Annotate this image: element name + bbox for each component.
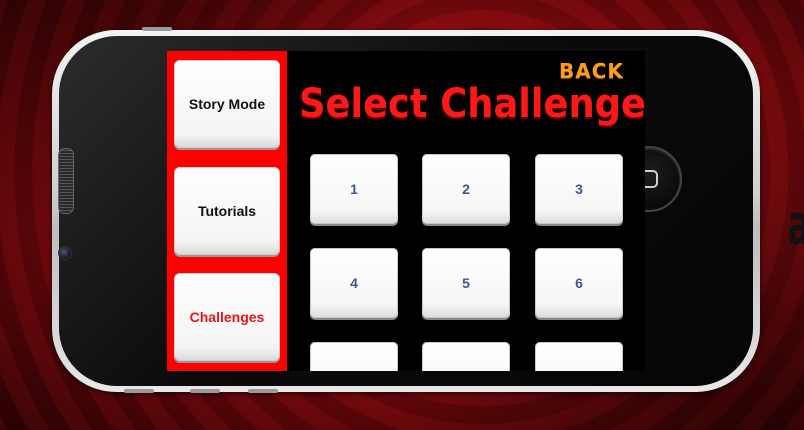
challenge-7-button[interactable] xyxy=(310,342,398,371)
volume-button xyxy=(142,27,172,31)
side-button-bottom-3 xyxy=(248,389,278,393)
challenge-1-button[interactable]: 1 xyxy=(310,154,398,224)
challenge-5-button[interactable]: 5 xyxy=(422,248,510,318)
challenges-button[interactable]: Challenges xyxy=(174,273,280,361)
side-button-bottom-2 xyxy=(190,389,220,393)
challenge-9-button[interactable] xyxy=(535,342,623,371)
challenge-8-button[interactable] xyxy=(422,342,510,371)
front-camera-icon xyxy=(58,246,72,260)
background-letter-decoration: a xyxy=(788,198,804,254)
tutorials-button[interactable]: Tutorials xyxy=(174,167,280,255)
back-button[interactable]: BACK xyxy=(559,59,624,83)
speaker-grille-icon xyxy=(58,148,74,214)
challenge-6-button[interactable]: 6 xyxy=(535,248,623,318)
challenge-3-button[interactable]: 3 xyxy=(535,154,623,224)
side-button-bottom-1 xyxy=(124,389,154,393)
page-title: Select Challenge xyxy=(299,81,645,127)
mode-sidebar: Story Mode Tutorials Challenges xyxy=(167,51,287,371)
game-screen: Story Mode Tutorials Challenges BACK Sel… xyxy=(167,51,645,371)
challenge-4-button[interactable]: 4 xyxy=(310,248,398,318)
story-mode-button[interactable]: Story Mode xyxy=(174,60,280,148)
challenge-2-button[interactable]: 2 xyxy=(422,154,510,224)
